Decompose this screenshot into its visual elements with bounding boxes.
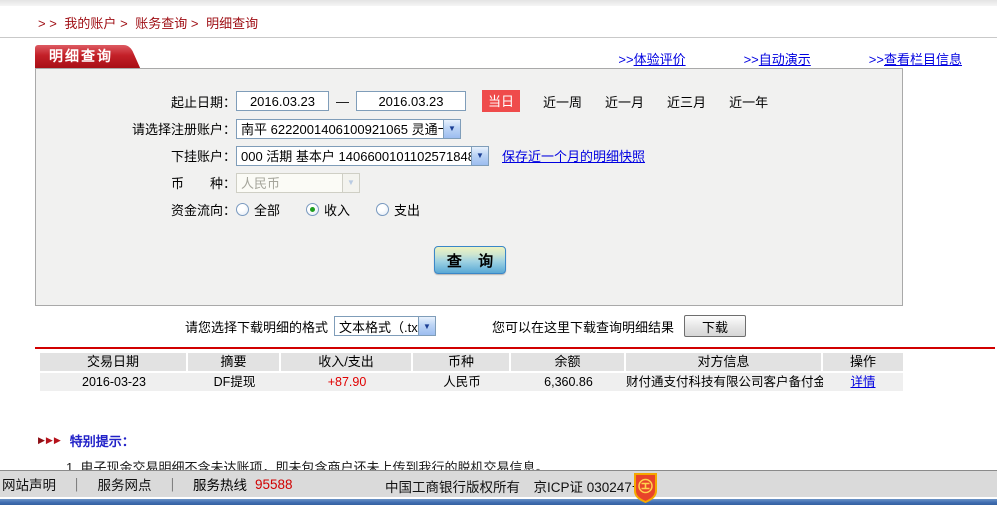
range-last-year[interactable]: 近一年	[729, 92, 768, 111]
col-date: 交易日期	[40, 353, 188, 371]
currency-value: 人民币	[237, 173, 342, 192]
col-currency: 币种	[413, 353, 511, 371]
footer-hotline-label: 服务热线	[193, 474, 247, 494]
query-form-panel: 起止日期： — 当日 近一周 近一月 近三月 近一年 请选择注册账户： 南平 6…	[35, 68, 903, 306]
fund-flow-label: 资金流向：	[36, 200, 236, 219]
flow-option-expense[interactable]: 支出	[376, 200, 420, 219]
notes-title: 特别提示：	[70, 431, 135, 450]
chevron-down-icon[interactable]: ▼	[443, 120, 460, 138]
snapshot-link[interactable]: 保存近一个月的明细快照	[502, 146, 645, 165]
range-last-month[interactable]: 近一月	[605, 92, 644, 111]
breadcrumb-item-my-account[interactable]: 我的账户	[64, 16, 116, 31]
col-action: 操作	[823, 353, 903, 371]
col-summary: 摘要	[188, 353, 281, 371]
chevron-down-icon[interactable]: ▼	[418, 317, 435, 335]
breadcrumb: > > 我的账户 > 账务查询 > 明细查询	[0, 7, 997, 38]
footer-link-service-outlets[interactable]: 服务网点	[98, 474, 152, 494]
currency-label: 币 种：	[36, 173, 236, 192]
cell-summary: DF提现	[188, 373, 281, 391]
col-counterparty: 对方信息	[626, 353, 823, 371]
register-account-select[interactable]: 南平 6222001406100921065 灵通卡 ▼	[236, 119, 461, 139]
radio-icon[interactable]	[236, 203, 249, 216]
range-last-3-months[interactable]: 近三月	[667, 92, 706, 111]
footer-blue-bar	[0, 499, 997, 505]
breadcrumb-item-detail-query: 明细查询	[206, 16, 258, 31]
table-row: 2016-03-23 DF提现 +87.90 人民币 6,360.86 财付通支…	[40, 373, 903, 391]
tab-row: 明细查询 >>体验评价 >>自动演示 >>查看栏目信息	[35, 44, 962, 68]
currency-select: 人民币 ▼	[236, 173, 360, 193]
radio-icon[interactable]	[376, 203, 389, 216]
range-last-week[interactable]: 近一周	[543, 92, 582, 111]
cell-amount: +87.90	[281, 373, 413, 391]
register-account-row: 请选择注册账户： 南平 6222001406100921065 灵通卡 ▼	[36, 118, 902, 139]
flow-option-income[interactable]: 收入	[306, 200, 350, 219]
download-row: 请您选择下载明细的格式 文本格式（.txt） ▼ 您可以在这里下载查询明细结果 …	[185, 314, 997, 338]
date-to-input[interactable]	[356, 91, 466, 111]
link-view-column-info[interactable]: >>查看栏目信息	[869, 49, 962, 68]
top-strip	[0, 0, 997, 7]
sub-account-value: 000 活期 基本户 1406600101102571848	[237, 146, 471, 165]
date-range-label: 起止日期：	[36, 92, 236, 111]
date-from-input[interactable]	[236, 91, 329, 111]
tab-detail-query: 明细查询	[35, 45, 121, 68]
triangle-arrow-icon: ▶	[54, 435, 61, 446]
header-links: >>体验评价 >>自动演示 >>查看栏目信息	[560, 49, 962, 68]
breadcrumb-separator: >	[120, 16, 128, 31]
col-amount: 收入/支出	[281, 353, 413, 371]
breadcrumb-separator: >	[191, 16, 199, 31]
triangle-arrow-icon: ▶	[46, 435, 53, 446]
transactions-table: 交易日期 摘要 收入/支出 币种 余额 对方信息 操作 2016-03-23 D…	[40, 353, 903, 391]
sub-account-row: 下挂账户： 000 活期 基本户 1406600101102571848 ▼ 保…	[36, 145, 902, 166]
icbc-badge-icon	[634, 473, 657, 505]
table-header-row: 交易日期 摘要 收入/支出 币种 余额 对方信息 操作	[40, 353, 903, 371]
fund-flow-row: 资金流向： 全部 收入 支出	[36, 199, 902, 220]
cell-balance: 6,360.86	[511, 373, 626, 391]
page: > > 我的账户 > 账务查询 > 明细查询 明细查询 >>体验评价 >>自动演…	[0, 0, 997, 505]
link-experience-rating[interactable]: >>体验评价	[618, 49, 685, 68]
notes-title-row: ▶ ▶ ▶ 特别提示：	[38, 431, 997, 450]
breadcrumb-prefix: > >	[38, 16, 57, 31]
query-button[interactable]: 查 询	[434, 246, 506, 274]
chevron-down-icon: ▼	[342, 174, 359, 192]
download-button[interactable]: 下载	[684, 315, 746, 337]
footer-copyright: 中国工商银行版权所有 京ICP证 030247号	[385, 476, 645, 496]
cell-date: 2016-03-23	[40, 373, 188, 391]
triangle-arrow-icon: ▶	[38, 435, 45, 446]
cell-currency: 人民币	[413, 373, 511, 391]
link-auto-demo[interactable]: >>自动演示	[744, 49, 811, 68]
sub-account-select[interactable]: 000 活期 基本户 1406600101102571848 ▼	[236, 146, 489, 166]
today-button[interactable]: 当日	[482, 90, 520, 112]
cell-counterparty: 财付通支付科技有限公司客户备付金	[626, 373, 823, 391]
sub-account-label: 下挂账户：	[36, 146, 236, 165]
date-range-row: 起止日期： — 当日 近一周 近一月 近三月 近一年	[36, 90, 902, 112]
download-format-select[interactable]: 文本格式（.txt） ▼	[334, 316, 436, 336]
red-divider	[35, 347, 995, 349]
col-balance: 余额	[511, 353, 626, 371]
flow-option-all[interactable]: 全部	[236, 200, 280, 219]
register-account-value: 南平 6222001406100921065 灵通卡	[237, 119, 443, 138]
breadcrumb-item-account-query[interactable]: 账务查询	[135, 16, 187, 31]
download-format-label: 请您选择下载明细的格式	[185, 317, 328, 336]
detail-link[interactable]: 详情	[850, 375, 875, 389]
footer-bar: 网站声明 ｜ 服务网点 ｜ 服务热线 95588 中国工商银行版权所有 京ICP…	[0, 470, 997, 497]
radio-icon[interactable]	[306, 203, 319, 216]
download-format-value: 文本格式（.txt）	[335, 317, 418, 336]
footer-link-site-statement[interactable]: 网站声明	[2, 474, 56, 494]
footer-hotline-number: 95588	[255, 477, 293, 492]
date-dash: —	[336, 94, 349, 109]
chevron-down-icon[interactable]: ▼	[471, 147, 488, 165]
footer-links: 网站声明 ｜ 服务网点 ｜ 服务热线 95588	[0, 474, 293, 494]
footer: 网站声明 ｜ 服务网点 ｜ 服务热线 95588 中国工商银行版权所有 京ICP…	[0, 470, 997, 505]
currency-row: 币 种： 人民币 ▼	[36, 172, 902, 193]
register-account-label: 请选择注册账户：	[36, 119, 236, 138]
download-result-label: 您可以在这里下载查询明细结果	[492, 317, 674, 336]
